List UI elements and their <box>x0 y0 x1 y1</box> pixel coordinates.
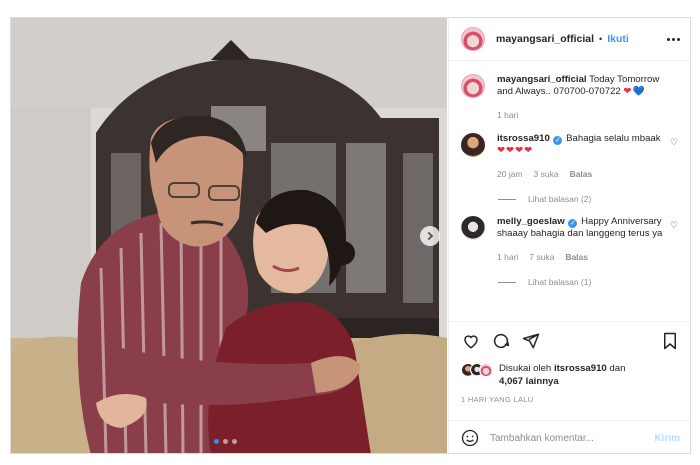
more-options-icon[interactable] <box>665 34 682 45</box>
comment-icon[interactable] <box>491 331 511 351</box>
avatar[interactable] <box>461 74 485 98</box>
comment-time: 1 hari <box>497 252 519 262</box>
avatar[interactable] <box>461 216 485 240</box>
save-icon[interactable] <box>660 331 680 351</box>
likes-prefix: Disukai oleh <box>499 363 552 374</box>
post-side-panel: mayangsari_official • Ikuti mayangsari_o… <box>448 18 690 453</box>
reply-button[interactable]: Balas <box>570 168 593 180</box>
avatar[interactable] <box>461 27 485 51</box>
avatar[interactable] <box>461 133 485 157</box>
comment-like-heart-icon[interactable]: ♡ <box>670 137 680 147</box>
post-timestamp[interactable]: 1 HARI YANG LALU <box>461 395 533 404</box>
action-bar <box>449 321 690 359</box>
photo-illustration <box>11 18 447 453</box>
add-comment-bar: Kirim <box>449 420 690 453</box>
caption-username[interactable]: mayangsari_official <box>497 74 587 85</box>
blue-heart-emoji: 💙 <box>632 86 645 97</box>
likes-summary: Disukai oleh itsrossa910 dan 4,067 lainn… <box>461 362 680 388</box>
share-icon[interactable] <box>521 331 541 351</box>
carousel-dot <box>232 439 237 444</box>
caption-time: 1 hari <box>497 110 519 120</box>
likes-text: Disukai oleh itsrossa910 dan 4,067 lainn… <box>499 362 625 388</box>
post-comment-button[interactable]: Kirim <box>654 433 680 444</box>
avatar[interactable] <box>479 363 493 377</box>
liker-avatars <box>461 363 493 388</box>
comments-list[interactable]: mayangsari_official Today Tomorrow and A… <box>449 62 690 320</box>
view-replies-link[interactable]: Lihat balasan (2) <box>498 194 680 204</box>
instagram-post: mayangsari_official • Ikuti mayangsari_o… <box>10 17 691 454</box>
carousel-dot <box>223 439 228 444</box>
heart-icon[interactable] <box>461 331 481 351</box>
post-photo[interactable] <box>11 18 447 453</box>
liker-username[interactable]: itsrossa910 <box>554 363 607 374</box>
verified-badge-icon: ✓ <box>568 219 578 228</box>
comment-item: itsrossa910 ✓ Bahagia selalu mbaak ❤❤❤❤ … <box>461 133 680 180</box>
caption: mayangsari_official Today Tomorrow and A… <box>461 74 680 121</box>
comment-likes[interactable]: 3 suka <box>534 168 559 180</box>
comment-hearts: ❤❤❤❤ <box>497 145 534 156</box>
comment-username[interactable]: melly_goeslaw <box>497 216 565 227</box>
post-header: mayangsari_official • Ikuti <box>449 18 690 61</box>
carousel-dots <box>214 439 237 444</box>
comment-input[interactable] <box>490 432 655 444</box>
comment-username[interactable]: itsrossa910 <box>497 133 550 144</box>
author-username[interactable]: mayangsari_official <box>496 33 594 45</box>
comment-likes[interactable]: 7 suka <box>529 251 554 263</box>
follow-button[interactable]: Ikuti <box>607 33 629 45</box>
view-replies-link[interactable]: Lihat balasan (1) <box>498 277 680 287</box>
likes-connector: dan <box>609 363 626 374</box>
chevron-right-icon <box>424 231 434 241</box>
carousel-dot <box>214 439 219 444</box>
reply-button[interactable]: Balas <box>565 251 588 263</box>
comment-item: melly_goeslaw ✓ Happy Anniversary shaaay… <box>461 216 680 263</box>
separator-dot: • <box>599 34 603 44</box>
emoji-icon[interactable] <box>461 429 479 447</box>
comment-time: 20 jam <box>497 169 523 179</box>
comment-like-heart-icon[interactable]: ♡ <box>670 220 680 230</box>
likes-count[interactable]: 4,067 lainnya <box>499 376 559 387</box>
carousel-next-button[interactable] <box>420 226 440 246</box>
verified-badge-icon: ✓ <box>553 136 563 145</box>
comment-text: Bahagia selalu mbaak <box>566 133 661 144</box>
